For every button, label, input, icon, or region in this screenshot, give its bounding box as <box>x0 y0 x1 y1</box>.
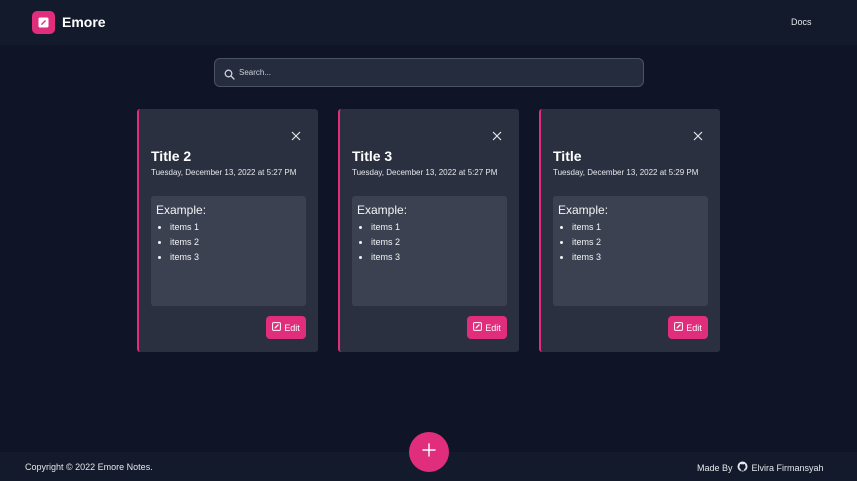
search-icon <box>224 67 235 85</box>
list-item: items 3 <box>170 250 301 265</box>
close-icon[interactable] <box>291 128 301 141</box>
note-card: Title 2 Tuesday, December 13, 2022 at 5:… <box>137 109 318 352</box>
edit-icon <box>473 322 483 333</box>
add-note-button[interactable] <box>409 432 449 472</box>
plus-icon <box>422 442 436 462</box>
logo-icon[interactable] <box>32 11 55 34</box>
edit-button[interactable]: Edit <box>668 316 708 339</box>
docs-link[interactable]: Docs <box>791 17 812 27</box>
search-bar <box>214 58 644 87</box>
edit-label: Edit <box>686 322 702 333</box>
note-title: Title 3 <box>352 148 393 164</box>
note-title: Title <box>553 148 582 164</box>
note-heading: Example: <box>558 203 609 217</box>
note-content: Example: items 1 items 2 items 3 <box>553 196 708 306</box>
edit-icon <box>674 322 684 333</box>
edit-label: Edit <box>284 322 300 333</box>
list-item: items 1 <box>572 220 703 235</box>
brand-name[interactable]: Emore <box>62 14 106 30</box>
search-input[interactable] <box>239 59 639 86</box>
note-list: items 1 items 2 items 3 <box>156 220 301 265</box>
list-item: items 3 <box>572 250 703 265</box>
note-date: Tuesday, December 13, 2022 at 5:27 PM <box>151 168 297 177</box>
edit-button[interactable]: Edit <box>266 316 306 339</box>
github-icon <box>737 461 748 474</box>
made-by: Made By Elvira Firmansyah <box>697 461 824 474</box>
author-link[interactable]: Elvira Firmansyah <box>752 463 824 473</box>
list-item: items 2 <box>170 235 301 250</box>
list-item: items 1 <box>371 220 502 235</box>
note-card: Title 3 Tuesday, December 13, 2022 at 5:… <box>338 109 519 352</box>
list-item: items 3 <box>371 250 502 265</box>
note-card: Title Tuesday, December 13, 2022 at 5:29… <box>539 109 720 352</box>
note-list: items 1 items 2 items 3 <box>357 220 502 265</box>
note-content: Example: items 1 items 2 items 3 <box>151 196 306 306</box>
note-heading: Example: <box>156 203 207 217</box>
close-icon[interactable] <box>693 128 703 141</box>
edit-button[interactable]: Edit <box>467 316 507 339</box>
note-title: Title 2 <box>151 148 192 164</box>
copyright-text: Copyright © 2022 Emore Notes. <box>25 462 153 472</box>
navbar: Emore Docs <box>0 0 857 45</box>
list-item: items 1 <box>170 220 301 235</box>
edit-icon <box>272 322 282 333</box>
made-by-label: Made By <box>697 462 733 473</box>
note-heading: Example: <box>357 203 408 217</box>
edit-label: Edit <box>485 322 501 333</box>
list-item: items 2 <box>371 235 502 250</box>
list-item: items 2 <box>572 235 703 250</box>
note-date: Tuesday, December 13, 2022 at 5:27 PM <box>352 168 498 177</box>
note-date: Tuesday, December 13, 2022 at 5:29 PM <box>553 168 699 177</box>
note-list: items 1 items 2 items 3 <box>558 220 703 265</box>
close-icon[interactable] <box>492 128 502 141</box>
note-content: Example: items 1 items 2 items 3 <box>352 196 507 306</box>
